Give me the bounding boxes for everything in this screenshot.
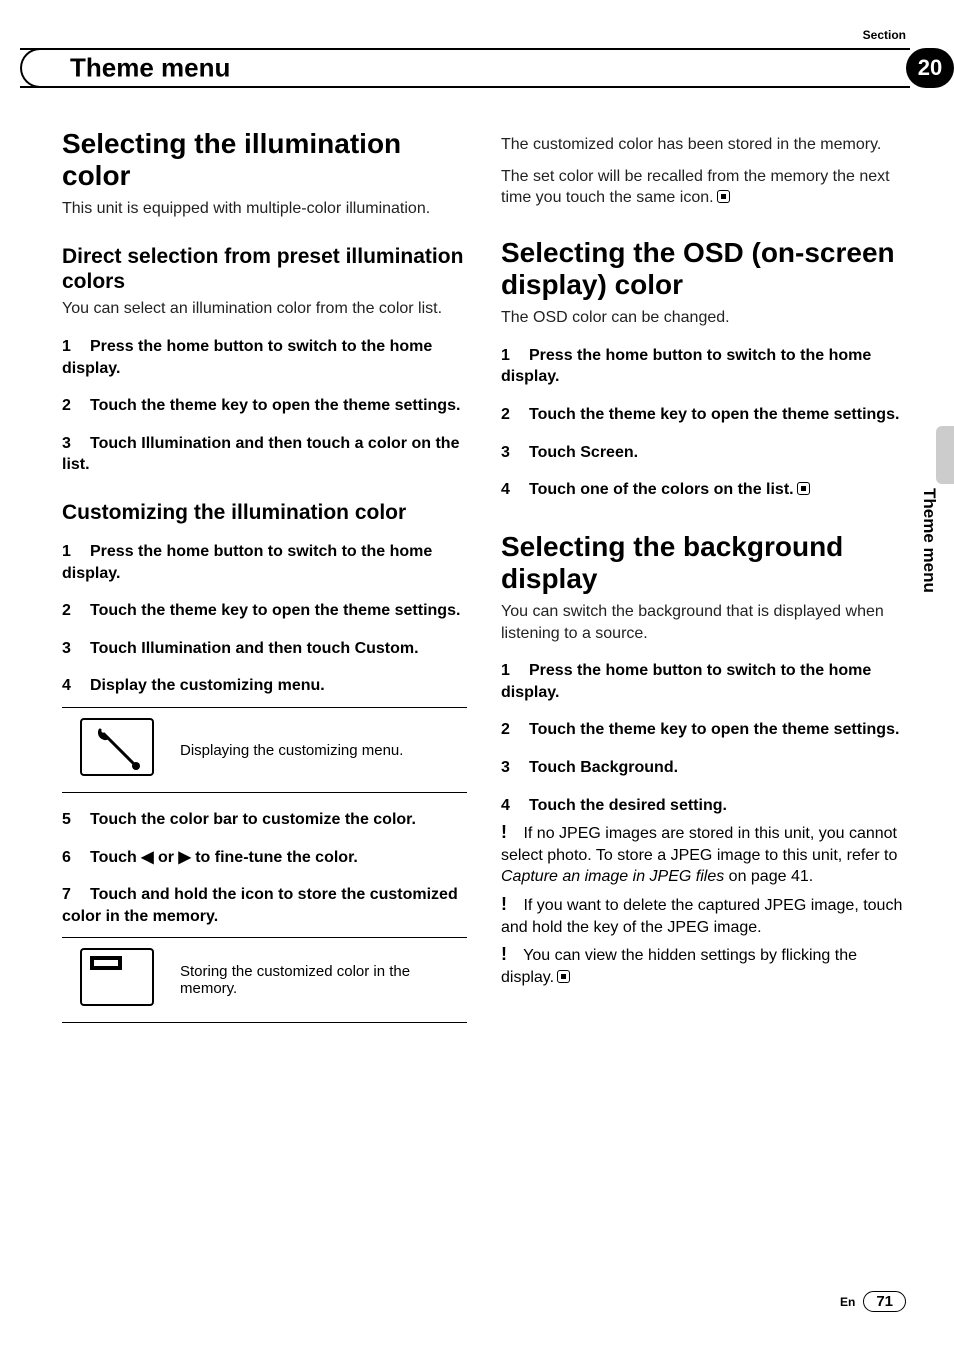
memo-icon — [80, 948, 154, 1006]
step-item: 3Touch Illumination and then touch Custo… — [62, 638, 467, 660]
icon-caption: Displaying the customizing menu. — [172, 708, 467, 793]
direct-selection-intro: You can select an illumination color fro… — [62, 298, 467, 320]
section-label: Section — [863, 28, 906, 42]
step-item: 2Touch the theme key to open the theme s… — [62, 600, 467, 622]
step-item: 3Touch Screen. — [501, 442, 906, 464]
side-tab-stub — [936, 426, 954, 484]
step-item: 5Touch the color bar to customize the co… — [62, 809, 467, 831]
footer-lang: En — [840, 1295, 855, 1309]
step-item: 3Touch Illumination and then touch a col… — [62, 433, 467, 476]
page-header: Theme menu 20 — [20, 48, 954, 88]
end-mark-icon — [797, 482, 810, 495]
table-row: Storing the customized color in the memo… — [62, 938, 467, 1023]
step-item: 4Touch one of the colors on the list. — [501, 479, 906, 501]
heading-customizing: Customizing the illumination color — [62, 500, 467, 525]
memory-stored-text: The customized color has been stored in … — [501, 134, 906, 156]
bullet-item: ! If you want to delete the captured JPE… — [501, 892, 906, 938]
page-footer: En 71 — [840, 1291, 906, 1312]
step-item: 1Press the home button to switch to the … — [501, 660, 906, 703]
manual-page: Section Theme menu 20 Theme menu Selecti… — [0, 0, 954, 1352]
intro-text: This unit is equipped with multiple-colo… — [62, 198, 467, 220]
left-column: Selecting the illumination color This un… — [62, 128, 467, 1262]
page-title: Theme menu — [60, 53, 240, 84]
table-row: Displaying the customizing menu. — [62, 708, 467, 793]
bullet-icon: ! — [501, 820, 519, 844]
step-item: 6Touch ◀ or ▶ to fine-tune the color. — [62, 847, 467, 869]
step-item: 2Touch the theme key to open the theme s… — [62, 395, 467, 417]
bullet-item: ! If no JPEG images are stored in this u… — [501, 820, 906, 888]
step-item: 1Press the home button to switch to the … — [62, 336, 467, 379]
background-intro: You can switch the background that is di… — [501, 601, 906, 644]
step-item: 3Touch Background. — [501, 757, 906, 779]
step-item: 1Press the home button to switch to the … — [501, 345, 906, 388]
right-column: The customized color has been stored in … — [501, 128, 906, 1262]
section-number-badge: 20 — [906, 48, 954, 88]
heading-direct-selection: Direct selection from preset illuminatio… — [62, 244, 467, 294]
heading-illumination-color: Selecting the illumination color — [62, 128, 467, 192]
recall-text: The set color will be recalled from the … — [501, 166, 906, 209]
cross-ref: Capture an image in JPEG files — [501, 868, 724, 885]
bullet-item: ! You can view the hidden settings by fl… — [501, 942, 906, 988]
step-item: 7Touch and hold the icon to store the cu… — [62, 884, 467, 927]
icon-caption: Storing the customized color in the memo… — [172, 938, 467, 1023]
heading-osd-color: Selecting the OSD (on-screen display) co… — [501, 237, 906, 301]
wrench-icon — [80, 718, 154, 776]
end-mark-icon — [717, 190, 730, 203]
icon-table-memo: Storing the customized color in the memo… — [62, 937, 467, 1023]
osd-intro: The OSD color can be changed. — [501, 307, 906, 329]
step-item: 1Press the home button to switch to the … — [62, 541, 467, 584]
step-item: 2Touch the theme key to open the theme s… — [501, 719, 906, 741]
side-tab: Theme menu — [916, 426, 942, 656]
bullet-icon: ! — [501, 942, 519, 966]
step-item: 4Touch the desired setting. — [501, 795, 906, 817]
bullet-icon: ! — [501, 892, 519, 916]
icon-table-customizing: Displaying the customizing menu. — [62, 707, 467, 793]
end-mark-icon — [557, 970, 570, 983]
heading-background-display: Selecting the background display — [501, 531, 906, 595]
step-item: 2Touch the theme key to open the theme s… — [501, 404, 906, 426]
footer-page-number: 71 — [863, 1291, 906, 1312]
step-item: 4Display the customizing menu. — [62, 675, 467, 697]
